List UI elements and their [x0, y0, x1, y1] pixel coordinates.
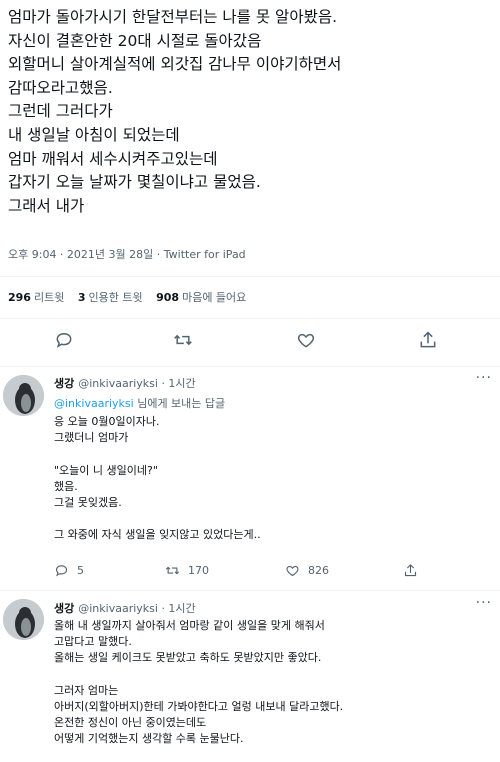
tweet-stats: 296 리트윗 3 인용한 트윗 908 마음에 들어요	[8, 289, 256, 305]
share-icon[interactable]	[418, 330, 442, 354]
retweet-icon	[165, 566, 180, 575]
tweet-line: 엄마 깨워서 세수시켜주고있는데	[8, 149, 218, 168]
divider	[0, 276, 500, 277]
reply-tweet[interactable]: 생강 @inkivaariyksi · 1시간 ··· @inkivaariyks…	[0, 366, 500, 596]
replying-to-link[interactable]: @inkivaariyksi	[54, 397, 134, 410]
author-handle: @inkivaariyksi · 1시간	[78, 377, 196, 390]
tweet-line: 엄마가 돌아가시기 한달전부터는 나를 못 알아봤음.	[8, 8, 338, 26]
tweet-timestamp[interactable]: 오후 9:04 · 2021년 3월 28일 · Twitter for iPa…	[8, 246, 246, 262]
reply-line	[54, 446, 484, 462]
retweets-label: 리트윗	[33, 291, 65, 304]
retweet-action[interactable]: 170	[165, 563, 209, 578]
share-icon	[404, 564, 417, 577]
tweet-line: 그래서 내가	[8, 196, 85, 215]
author-handle: @inkivaariyksi · 1시간	[78, 602, 196, 615]
tweet-text: 엄마가 돌아가시기 한달전부터는 나를 못 알아봤음. 자신이 결혼안한 20대…	[8, 6, 488, 218]
avatar[interactable]	[3, 599, 44, 640]
reply-icon	[55, 565, 68, 577]
like-count: 826	[308, 564, 329, 577]
retweets-count: 296	[8, 291, 31, 304]
replying-to: @inkivaariyksi 님에게 보내는 답글	[54, 395, 225, 411]
share-action[interactable]	[403, 563, 426, 578]
tweet-line: 내 생일날 아침이 되었는데	[8, 125, 180, 144]
retweet-icon[interactable]	[173, 330, 197, 354]
reply-line: 고맙다고 말했다.	[54, 635, 132, 649]
retweets-stat[interactable]: 296 리트윗	[8, 291, 64, 304]
author-name[interactable]: 생강	[54, 377, 74, 390]
like-icon	[286, 565, 299, 577]
tweet-line: 외할머니 살아계실적에 외갓집 감나무 이야기하면서	[8, 55, 342, 74]
tweet-line: 자신이 결혼안한 20대 시절로 돌아갔음	[8, 31, 262, 50]
more-options-icon[interactable]: ···	[476, 370, 492, 386]
avatar[interactable]	[3, 375, 44, 416]
reply-icon[interactable]	[54, 330, 78, 354]
reply-line: 그러자 엄마는	[54, 683, 119, 697]
reply-line: "오늘이 니 생일이네?"	[54, 463, 158, 477]
reply-count: 5	[77, 564, 84, 577]
quotes-stat[interactable]: 3 인용한 트윗	[78, 291, 143, 304]
reply-line: 그랬더니 엄마가	[54, 431, 129, 445]
reply-action[interactable]: 5	[54, 563, 84, 578]
tweet-line: 그런데 그러다가	[8, 102, 113, 121]
tweet-actions	[0, 330, 500, 358]
reply-line: 어떻게 기억했는지 생각할 수록 눈물난다.	[54, 732, 244, 746]
reply-line: 그걸 못잊겠음.	[54, 495, 122, 509]
reply-line: 아버지(외할아버지)한테 가봐야한다고 얼렁 내보내 달라고했다.	[54, 699, 344, 713]
quotes-count: 3	[77, 291, 86, 304]
tweet-line: 갑자기 오늘 날짜가 몇칠이냐고 물었음.	[8, 173, 261, 192]
reply-line: 온전한 정신이 아닌 중이였는데도	[54, 716, 207, 730]
reply-line: 올해는 생일 케이크도 못받았고 축하도 못받았지만 좋았다.	[54, 651, 322, 665]
divider	[0, 318, 500, 319]
reply-author[interactable]: 생강 @inkivaariyksi · 1시간	[54, 375, 196, 391]
reply-text: 응 오늘 0월0일이자나. 그랬더니 엄마가 "오늘이 니 생일이네?" 했음.…	[54, 414, 484, 544]
reply-line: 했음.	[54, 479, 78, 493]
reply-author[interactable]: 생강 @inkivaariyksi · 1시간	[54, 600, 196, 616]
author-name[interactable]: 생강	[54, 602, 74, 615]
reply-line	[54, 667, 484, 683]
retweet-count: 170	[188, 564, 209, 577]
tweet-line: 감따오라고했음.	[8, 78, 113, 97]
reply-actions: 5 170 826	[54, 563, 434, 583]
reply-text: 올해 내 생일까지 살아줘서 엄마랑 같이 생일을 맞게 해줘서 고맙다고 말했…	[54, 618, 484, 748]
reply-tweet[interactable]: 생강 @inkivaariyksi · 1시간 ··· 올해 내 생일까지 살아줘…	[0, 590, 500, 762]
replying-to-suffix: 님에게 보내는 답글	[137, 397, 226, 410]
quotes-label: 인용한 트윗	[88, 291, 143, 304]
reply-line: 그 와중에 자식 생일을 잊지않고 있었다는게..	[54, 528, 261, 542]
likes-stat[interactable]: 908 마음에 들어요	[156, 291, 246, 304]
reply-line	[54, 511, 484, 527]
reply-line: 올해 내 생일까지 살아줘서 엄마랑 같이 생일을 맞게 해줘서	[54, 619, 325, 632]
likes-count: 908	[156, 291, 180, 304]
reply-line: 응 오늘 0월0일이자나.	[54, 415, 160, 428]
likes-label: 마음에 들어요	[182, 291, 247, 304]
like-action[interactable]: 826	[285, 563, 329, 578]
more-options-icon[interactable]: ···	[476, 595, 492, 611]
like-icon[interactable]	[296, 330, 320, 354]
